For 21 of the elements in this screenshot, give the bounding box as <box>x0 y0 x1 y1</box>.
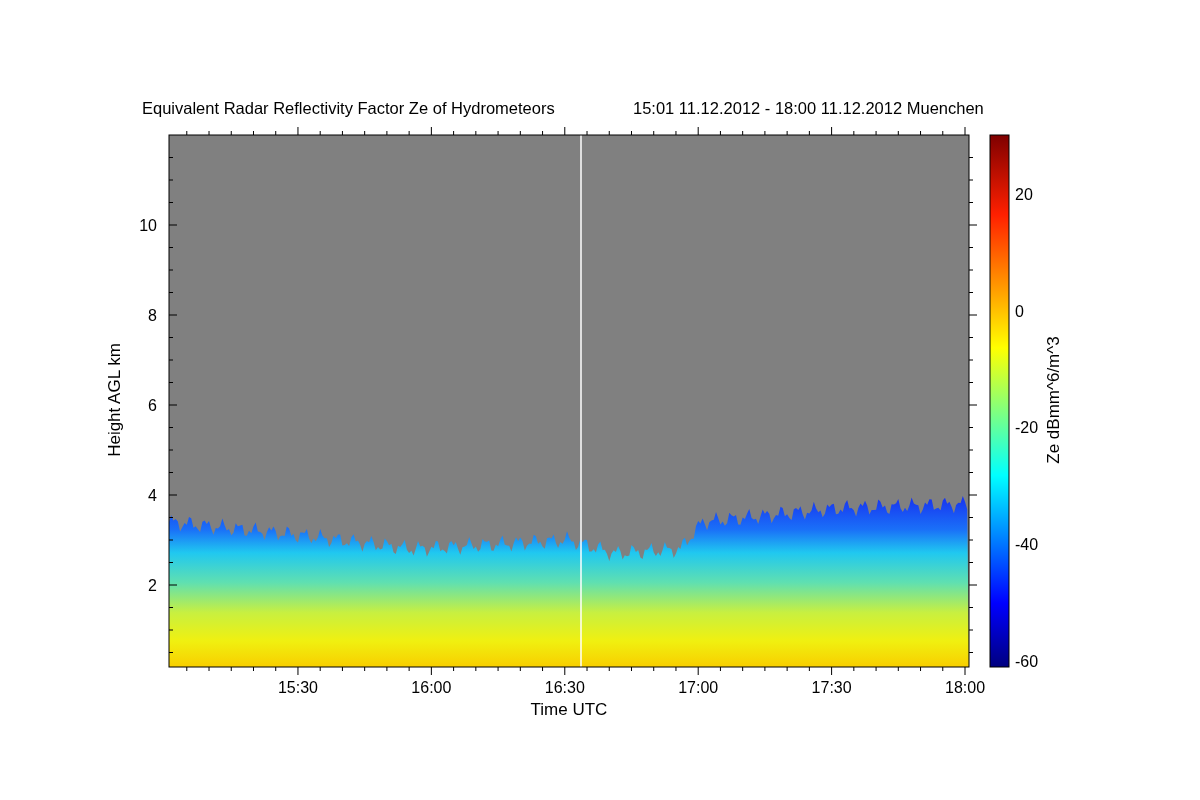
colorbar-tick-label: 20 <box>1015 185 1033 203</box>
colorbar-tick-label: -60 <box>1015 653 1039 670</box>
colorbar-label: Ze dBmm^6/m^3 <box>1044 336 1063 464</box>
axis-tick-label: 4 <box>148 487 157 504</box>
axis-tick-label: 6 <box>148 397 157 414</box>
axis-tick-label: 15:30 <box>277 679 318 696</box>
axis-tick-label: 16:30 <box>544 679 585 696</box>
colorbar-tick-label: 0 <box>1015 302 1024 320</box>
y-axis-label: Height AGL km <box>105 343 124 457</box>
axis-tick-label: 10 <box>139 217 157 234</box>
axis-tick-label: 17:00 <box>678 679 719 696</box>
axis-tick-label: 16:00 <box>411 679 452 696</box>
axis-tick-label: 8 <box>148 307 157 324</box>
colorbar-tick-label: -40 <box>1015 536 1039 554</box>
chart-title: Equivalent Radar Reflectivity Factor Ze of Hydrometeors <box>142 99 555 117</box>
axis-tick-label: 2 <box>148 577 157 594</box>
chart-period: 15:01 11.12.2012 - 18:00 11.12.2012 Muenchen <box>633 99 984 117</box>
axis-tick-label: 18:00 <box>945 679 986 696</box>
axis-tick-label: 17:30 <box>811 679 852 696</box>
colorbar-tick-label: -20 <box>1015 419 1039 437</box>
x-axis-label: Time UTC <box>530 700 608 719</box>
